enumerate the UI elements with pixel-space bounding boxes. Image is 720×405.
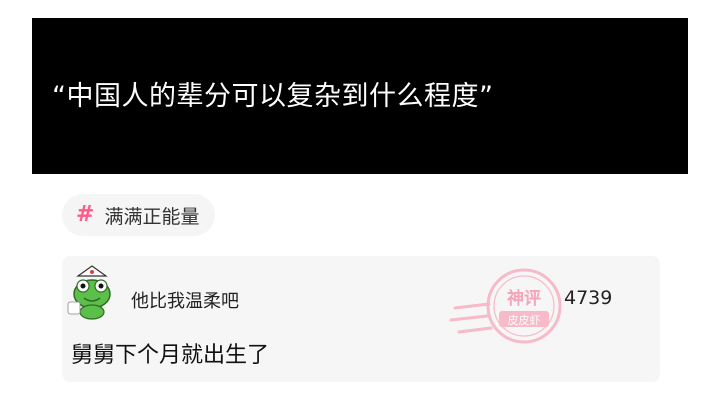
topic-tag[interactable]: # 满满正能量	[62, 194, 216, 236]
frog-avatar[interactable]	[66, 262, 118, 320]
speed-line	[449, 314, 489, 322]
speed-line	[457, 326, 493, 334]
topic-label: 满满正能量	[104, 205, 200, 228]
hat-dot	[90, 270, 94, 274]
comment-text: 舅舅下个月就出生了	[71, 343, 270, 368]
speed-line	[453, 302, 491, 310]
comment-card: 他比我温柔吧 神评 皮皮虾 4739 舅舅下个月就出生了	[62, 256, 660, 382]
frog-pupil-left	[80, 283, 86, 289]
hash-icon: #	[76, 202, 95, 227]
frog-body	[79, 304, 105, 320]
shenping-watermark-stamp: 神评 皮皮虾	[449, 268, 562, 344]
comment-username[interactable]: 他比我温柔吧	[131, 287, 239, 313]
title-banner: “中国人的辈分可以复杂到什么程度”	[32, 18, 688, 174]
question-title: “中国人的辈分可以复杂到什么程度”	[52, 81, 494, 112]
stamp-line2: 皮皮虾	[508, 314, 541, 327]
like-count: 4739	[564, 287, 613, 309]
page: “中国人的辈分可以复杂到什么程度” # 满满正能量 他比我温柔吧 神评 皮皮虾 …	[0, 0, 720, 405]
sign-icon	[67, 301, 81, 315]
stamp-line1: 神评	[507, 288, 541, 309]
frog-pupil-right	[98, 283, 104, 289]
